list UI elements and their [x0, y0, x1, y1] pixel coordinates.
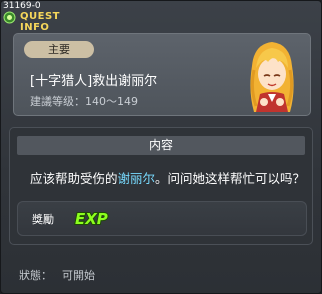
npc-name-link[interactable]: 谢丽尔: [118, 171, 156, 186]
content-panel: 内容 应该帮助受伤的谢丽尔。问问她这样帮忙可以吗？ 獎勵 EXP: [9, 127, 313, 245]
quest-name: [十字猎人]救出谢丽尔: [30, 74, 158, 89]
quest-id: 31169-0: [3, 1, 41, 11]
content-header: 内容: [17, 136, 305, 155]
quest-summary-panel: 主要 [十字猎人]救出谢丽尔 建議等级：140～149: [13, 33, 311, 116]
window-title: QUEST INFO: [20, 11, 60, 33]
reward-label: 獎勵: [32, 213, 54, 226]
quest-info-icon: [3, 11, 16, 24]
quest-description: 应该帮助受伤的谢丽尔。问问她这样帮忙可以吗？: [30, 168, 310, 187]
quest-info-window: 31169-0 QUEST INFO 主要 [十字猎人]救出谢丽尔 建議等级：1…: [0, 0, 322, 294]
quest-status: 狀態： 可開始: [19, 267, 105, 283]
desc-text-before: 应该帮助受伤的: [30, 171, 118, 186]
exp-icon[interactable]: EXP: [74, 207, 114, 229]
quest-type-badge: 主要: [24, 41, 94, 58]
exp-icon-text: EXP: [75, 210, 108, 228]
status-value: 可開始: [62, 269, 95, 282]
title-bar[interactable]: QUEST INFO: [3, 11, 93, 33]
npc-portrait: [250, 42, 294, 112]
recommended-level: 建議等级：140～149: [30, 95, 138, 108]
desc-text-after: 。问问她这样帮忙可以吗？: [155, 171, 306, 186]
reward-box: 獎勵 EXP: [17, 201, 307, 236]
status-label: 狀態：: [19, 269, 52, 282]
